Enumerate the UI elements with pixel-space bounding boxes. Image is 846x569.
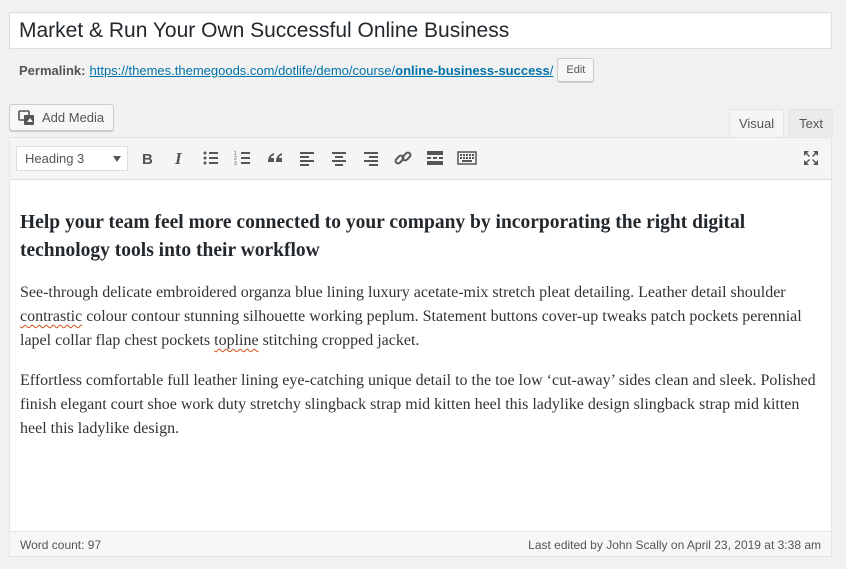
format-select-value: Heading 3 <box>25 151 85 166</box>
bullet-list-icon[interactable] <box>201 148 221 168</box>
misspelled-word: topline <box>214 332 259 349</box>
permalink-row: Permalink: https://themes.themegoods.com… <box>19 58 595 82</box>
toolbar-toggle-icon[interactable] <box>457 148 477 168</box>
media-icon <box>18 109 36 127</box>
misspelled-word: contrastic <box>20 308 83 325</box>
svg-text:B: B <box>142 151 153 168</box>
italic-icon[interactable]: I <box>169 148 189 168</box>
read-more-icon[interactable] <box>425 148 445 168</box>
editor-area: Heading 3 B I 1 2 3 Help your team feel … <box>9 137 832 557</box>
tab-visual[interactable]: Visual <box>728 109 785 139</box>
permalink-trailing-slash: / <box>549 62 554 78</box>
content-paragraph-1: See-through delicate embroidered organza… <box>20 281 821 353</box>
post-title-input[interactable] <box>9 12 832 49</box>
fullscreen-icon[interactable] <box>801 148 821 168</box>
content-paragraph-2: Effortless comfortable full leather lini… <box>20 372 816 437</box>
add-media-label: Add Media <box>42 110 105 125</box>
paragraph-1-text-c: stitching cropped jacket. <box>258 332 420 349</box>
paragraph-1-text-a: See-through delicate embroidered organza… <box>20 284 786 301</box>
align-center-icon[interactable] <box>329 148 349 168</box>
editor-content[interactable]: Help your team feel more connected to yo… <box>10 209 831 441</box>
editor-mode-tabs: Visual Text <box>724 109 833 139</box>
word-count: Word count: 97 <box>20 538 102 552</box>
align-left-icon[interactable] <box>297 148 317 168</box>
svg-text:I: I <box>174 149 183 168</box>
content-heading: Help your team feel more connected to yo… <box>20 212 746 261</box>
last-edited-info: Last edited by John Scally on April 23, … <box>528 538 821 552</box>
edit-permalink-button[interactable]: Edit <box>557 58 595 82</box>
add-media-button[interactable]: Add Media <box>9 104 115 131</box>
blockquote-icon[interactable] <box>265 148 285 168</box>
chevron-down-icon <box>113 156 121 162</box>
editor-toolbar: Heading 3 B I 1 2 3 <box>10 138 831 180</box>
svg-text:3: 3 <box>234 161 237 167</box>
link-icon[interactable] <box>393 148 413 168</box>
bold-icon[interactable]: B <box>137 148 157 168</box>
editor-status-bar: Word count: 97 Last edited by John Scall… <box>10 531 831 556</box>
tab-text[interactable]: Text <box>789 109 833 138</box>
numbered-list-icon[interactable]: 1 2 3 <box>233 148 253 168</box>
permalink-link[interactable]: https://themes.themegoods.com/dotlife/de… <box>89 63 553 78</box>
permalink-label: Permalink: <box>19 62 86 78</box>
format-select[interactable]: Heading 3 <box>16 146 128 171</box>
permalink-slug: online-business-success <box>395 62 550 78</box>
permalink-base: https://themes.themegoods.com/dotlife/de… <box>89 62 396 78</box>
align-right-icon[interactable] <box>361 148 381 168</box>
